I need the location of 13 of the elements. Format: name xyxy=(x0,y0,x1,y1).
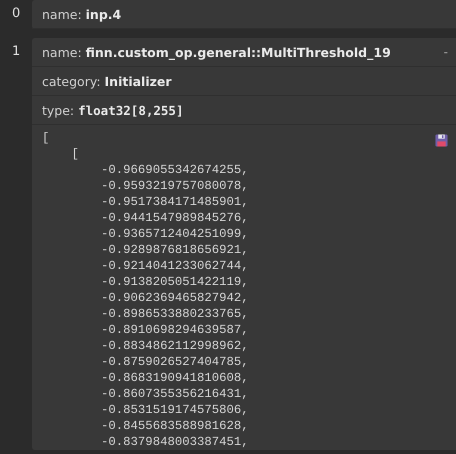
field-label: name: xyxy=(42,44,83,60)
field-value: Initializer xyxy=(104,74,172,88)
tensor-values: [ [ -0.9669055342674255, -0.9593219757080078, -0.9517384171485901, -0.9441547989845276, -0.9365712404251099, -0.9289876818656921, -0.9214041233062744, -0.9138205051422119, -0.9062369465827942, -0.8986533880233765, -0.8910698294639587, -0.8834862112998962, -0.8759026527404785, -0.8683190941810608, -0.8607355356216431, -0.8531519174575806, -0.8455683588981628, -0.8379848003387451, xyxy=(42,130,249,450)
field-value: float32[8,255] xyxy=(78,102,184,118)
field-value: finn.custom_op.general::MultiThreshold_19 xyxy=(86,44,391,60)
field-label: type: xyxy=(42,102,76,118)
collapse-toggle[interactable]: - xyxy=(444,45,448,59)
index-number: 1 xyxy=(11,43,22,61)
index-number: 0 xyxy=(11,5,22,23)
save-icon[interactable] xyxy=(435,134,448,147)
field-value: inp.4 xyxy=(86,6,122,22)
field-label: name: xyxy=(42,6,83,22)
field-label: category: xyxy=(42,74,102,88)
